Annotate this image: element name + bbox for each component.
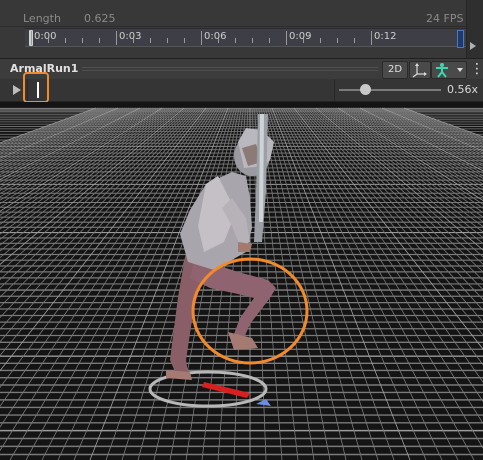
- pivot-icon: [412, 63, 427, 78]
- ruler-minor-tick: [82, 38, 83, 43]
- scrubber-highlight-annotation: [23, 72, 49, 103]
- ruler-minor-tick: [48, 38, 49, 43]
- avatar-body-icon: [436, 63, 448, 78]
- timeline-ruler[interactable]: 0:00 0:03 0:06 0:09 0:12: [25, 28, 466, 48]
- pivot-button[interactable]: [409, 61, 431, 79]
- play-icon[interactable]: [13, 85, 21, 95]
- ruler-minor-tick: [235, 38, 236, 43]
- ruler-minor-tick: [252, 38, 253, 43]
- drag-handle-line[interactable]: [82, 70, 378, 71]
- playback-toolbar: 0.56x: [0, 79, 483, 102]
- root-arrow: [202, 382, 250, 398]
- kebab-menu-icon[interactable]: ⋮: [470, 61, 483, 77]
- ruler-minor-tick: [354, 38, 355, 43]
- ruler-time-label: 0:09: [289, 31, 312, 42]
- character-model: [148, 114, 309, 408]
- speed-slider-thumb[interactable]: [359, 84, 371, 95]
- length-label: Length: [23, 12, 61, 25]
- timeline-panel: Length 0.625 24 FPS 0:00 0:03 0:06 0:09 0:12: [0, 0, 483, 58]
- ruler-minor-tick: [167, 38, 168, 43]
- fps-label: 24 FPS: [426, 12, 464, 25]
- ruler-minor-tick: [320, 38, 321, 43]
- end-handle[interactable]: [457, 30, 464, 48]
- ruler-minor-tick: [218, 38, 219, 43]
- ruler-major-tick: [31, 31, 32, 45]
- length-value: 0.625: [84, 12, 116, 25]
- chevron-down-icon: [457, 68, 463, 72]
- ruler-minor-tick: [65, 38, 66, 43]
- ruler-minor-tick: [303, 38, 304, 43]
- ruler-major-tick: [201, 31, 202, 45]
- toggle-2d-button[interactable]: 2D: [382, 61, 408, 79]
- ruler-major-tick: [286, 31, 287, 45]
- ruler-minor-tick: [337, 38, 338, 43]
- ruler-minor-tick: [184, 38, 185, 43]
- ruler-time-label: 0:06: [204, 31, 227, 42]
- ruler-time-label: 0:00: [34, 31, 57, 42]
- length-row: Length 0.625 24 FPS: [0, 0, 466, 27]
- collapse-arrow-icon[interactable]: [470, 42, 476, 50]
- ruler-minor-tick: [269, 38, 270, 43]
- ruler-time-label: 0:03: [119, 31, 142, 42]
- ruler-time-label: 0:12: [374, 31, 397, 42]
- avatar-dropdown-button[interactable]: [431, 61, 467, 79]
- divider: [334, 79, 335, 101]
- preview-viewport[interactable]: [0, 102, 483, 460]
- ruler-minor-tick: [133, 38, 134, 43]
- ruler-major-tick: [371, 31, 372, 45]
- ruler-minor-tick: [150, 38, 151, 43]
- speed-value: 0.56x: [447, 83, 479, 96]
- ruler-minor-tick: [99, 38, 100, 43]
- drag-handle-line[interactable]: [82, 67, 378, 68]
- preview-header: ArmalRun1 2D ⋮: [0, 58, 483, 80]
- ruler-baseline: [25, 46, 466, 47]
- ruler-major-tick: [116, 31, 117, 45]
- root-marker: [256, 399, 271, 406]
- speed-slider-track[interactable]: [339, 89, 441, 91]
